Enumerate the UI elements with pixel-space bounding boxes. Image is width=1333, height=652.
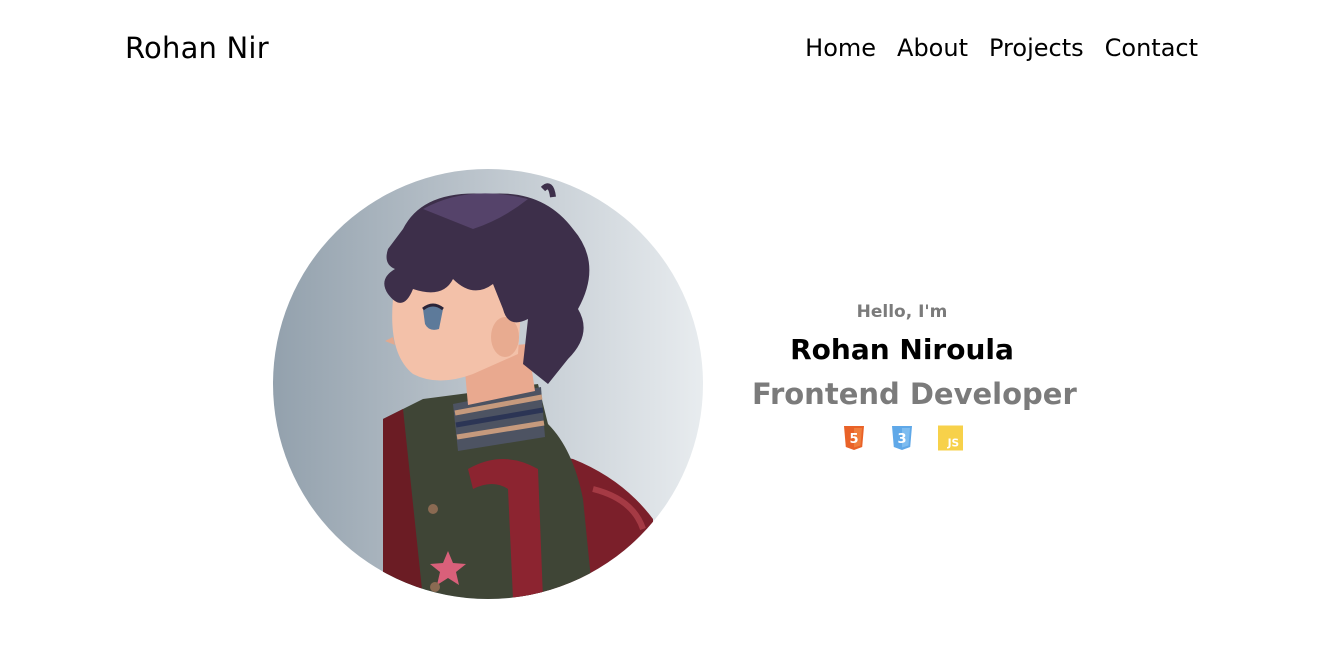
javascript-icon: JS bbox=[937, 424, 963, 452]
nav-about[interactable]: About bbox=[897, 32, 968, 64]
role-title: Frontend Developer bbox=[752, 377, 1077, 411]
css3-icon: 3 bbox=[890, 424, 915, 452]
nav-contact[interactable]: Contact bbox=[1105, 32, 1198, 64]
main-nav: Home About Projects Contact bbox=[805, 32, 1198, 64]
full-name: Rohan Niroula bbox=[790, 333, 1014, 366]
svg-text:5: 5 bbox=[849, 432, 858, 447]
html5-icon: 5 bbox=[842, 424, 867, 452]
hero-intro: Hello, I'm Rohan Niroula Frontend Develo… bbox=[752, 300, 1077, 452]
nav-home[interactable]: Home bbox=[805, 32, 876, 64]
page: Rohan Nir Home About Projects Contact He… bbox=[0, 0, 1333, 652]
greeting-text: Hello, I'm bbox=[856, 302, 948, 322]
anime-boy-profile-illustration bbox=[383, 183, 653, 599]
skill-icons: 5 3 JS bbox=[752, 424, 1052, 452]
brand-logo[interactable]: Rohan Nir bbox=[125, 30, 269, 66]
svg-text:3: 3 bbox=[897, 432, 906, 447]
svg-text:JS: JS bbox=[946, 438, 959, 450]
nav-projects[interactable]: Projects bbox=[989, 32, 1084, 64]
profile-avatar bbox=[273, 169, 703, 599]
